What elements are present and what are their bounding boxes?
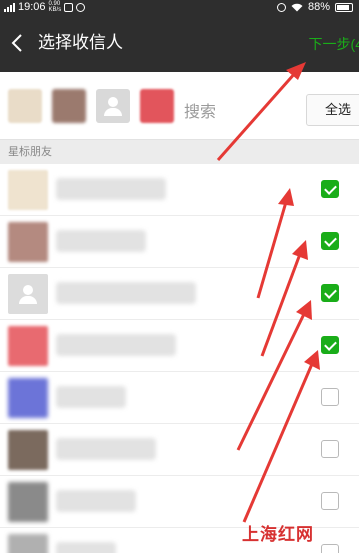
notification-icon <box>64 2 74 12</box>
contact-checkbox[interactable] <box>321 232 339 250</box>
selected-recipients-bar: 搜索 全选 <box>0 72 359 140</box>
network-speed: 0.90 KB/s <box>49 1 62 13</box>
contact-checkbox[interactable] <box>321 440 339 458</box>
alarm-icon <box>276 2 286 12</box>
person-icon <box>102 95 124 117</box>
contact-avatar <box>8 534 48 553</box>
contact-name-blurred <box>56 230 146 252</box>
contact-name-blurred <box>56 542 116 553</box>
title-bar: 选择收信人 下一步(4 <box>0 14 359 72</box>
contact-avatar <box>8 326 48 366</box>
contact-avatar <box>8 274 48 314</box>
contact-row[interactable] <box>0 216 359 268</box>
network-speed-unit: KB/s <box>48 7 62 13</box>
wifi-icon <box>291 3 303 11</box>
app-notification-icon <box>76 2 86 12</box>
battery-percent: 88% <box>307 1 330 13</box>
contact-avatar <box>8 222 48 262</box>
contact-name-blurred <box>56 178 166 200</box>
signal-icon <box>4 2 15 12</box>
contact-name-blurred <box>56 334 176 356</box>
contact-name-blurred <box>56 282 196 304</box>
contact-row[interactable] <box>0 268 359 320</box>
contact-row[interactable] <box>0 424 359 476</box>
contact-row[interactable] <box>0 372 359 424</box>
contact-checkbox[interactable] <box>321 180 339 198</box>
status-bar: 19:06 0.90 KB/s 88% <box>0 0 359 14</box>
next-step-button[interactable]: 下一步(4 <box>309 34 359 54</box>
page-title: 选择收信人 <box>38 33 123 52</box>
person-icon <box>17 283 39 305</box>
contact-name-blurred <box>56 438 156 460</box>
selected-avatar[interactable] <box>52 89 86 123</box>
contact-row[interactable] <box>0 164 359 216</box>
watermark: 上海红网 <box>242 525 314 544</box>
contact-name-blurred <box>56 490 136 512</box>
contact-avatar <box>8 170 48 210</box>
contact-name-blurred <box>56 386 126 408</box>
selected-avatar[interactable] <box>140 89 174 123</box>
select-all-button[interactable]: 全选 <box>306 94 359 126</box>
section-header-starred: 星标朋友 <box>0 140 359 164</box>
contact-checkbox[interactable] <box>321 544 339 553</box>
back-arrow-icon[interactable] <box>6 31 28 55</box>
selected-avatar[interactable] <box>8 89 42 123</box>
contact-row[interactable] <box>0 320 359 372</box>
contact-avatar <box>8 430 48 470</box>
contact-avatar <box>8 482 48 522</box>
battery-icon <box>335 2 353 12</box>
search-input[interactable]: 搜索 <box>184 98 216 122</box>
contact-checkbox[interactable] <box>321 336 339 354</box>
status-time: 19:06 <box>18 1 46 13</box>
selected-avatar[interactable] <box>96 89 130 123</box>
contact-checkbox[interactable] <box>321 492 339 510</box>
contact-checkbox[interactable] <box>321 388 339 406</box>
contact-checkbox[interactable] <box>321 284 339 302</box>
contact-avatar <box>8 378 48 418</box>
